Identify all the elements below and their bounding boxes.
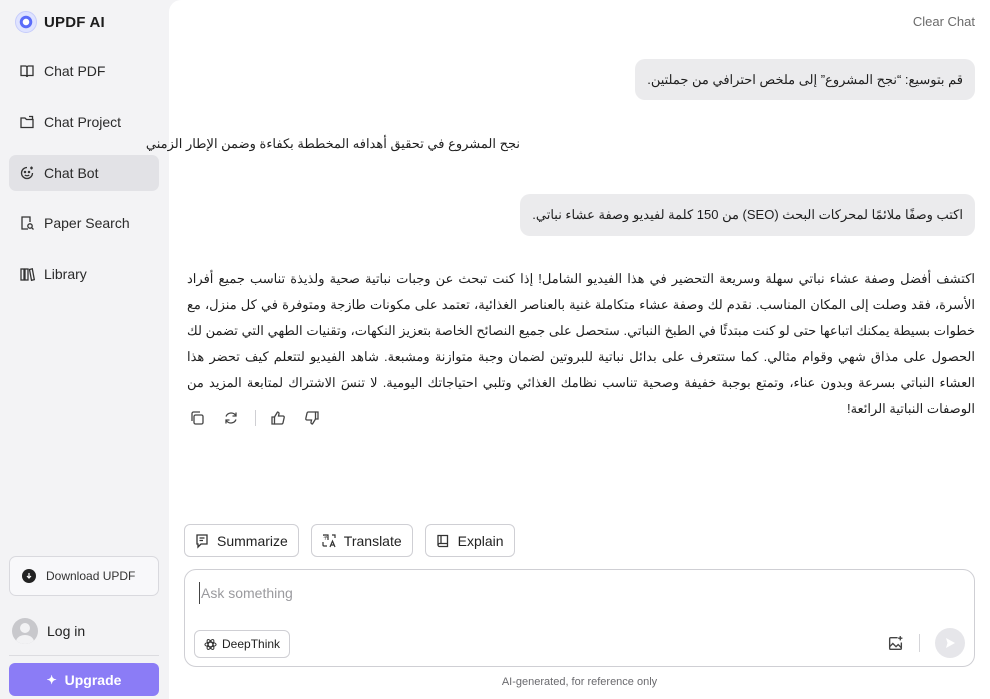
svg-text:字: 字 (323, 534, 328, 541)
ask-input[interactable] (199, 582, 849, 604)
thumbs-down-icon[interactable] (302, 408, 322, 428)
add-image-icon[interactable] (886, 634, 904, 652)
divider (919, 634, 920, 652)
summarize-label: Summarize (217, 532, 288, 549)
updf-logo-icon (15, 11, 37, 33)
deepthink-toggle[interactable]: DeepThink (194, 630, 291, 658)
bot-face-icon (18, 164, 36, 182)
sidebar-item-chat-pdf[interactable]: Chat PDF (9, 53, 159, 89)
send-icon (946, 638, 955, 648)
divider (9, 655, 159, 656)
ai-disclaimer: AI-generated, for reference only (501, 676, 658, 688)
sidebar-item-library[interactable]: Library (9, 256, 159, 292)
user-message: قم بتوسيع: “نجح المشروع” إلى ملخص احتراف… (635, 59, 975, 100)
folder-icon (18, 113, 36, 131)
translate-icon: 字 (320, 532, 338, 550)
explain-label: Explain (457, 532, 504, 549)
sidebar-item-label: Paper Search (44, 215, 130, 231)
explain-button[interactable]: Explain (424, 524, 515, 557)
download-label: Download UPDF (46, 569, 136, 583)
upgrade-button[interactable]: ✦ Upgrade (9, 663, 159, 696)
assistant-message: اكتشف أفضل وصفة عشاء نباتي سهلة وسريعة ا… (187, 271, 975, 416)
quick-actions: Summarize 字 Translate Explain (184, 524, 527, 557)
deepthink-label: DeepThink (222, 637, 281, 651)
thumbs-up-icon[interactable] (268, 408, 288, 428)
sparkle-icon: ✦ (46, 672, 57, 687)
login-button[interactable]: Log in (12, 617, 85, 645)
summarize-icon (193, 532, 211, 550)
avatar (12, 618, 38, 644)
user-message-text: اكتب وصفًا ملائمًا لمحركات البحث (SEO) م… (532, 207, 963, 222)
book-icon (434, 532, 452, 550)
user-message-text: قم بتوسيع: “نجح المشروع” إلى ملخص احتراف… (647, 71, 963, 87)
message-actions (187, 408, 336, 428)
sidebar-item-label: Chat PDF (44, 63, 106, 79)
download-updf-button[interactable]: Download UPDF (9, 556, 159, 596)
composer: DeepThink (184, 569, 975, 667)
sidebar-item-chat-bot[interactable]: Chat Bot (9, 155, 159, 191)
user-message: اكتب وصفًا ملائمًا لمحركات البحث (SEO) م… (520, 194, 975, 236)
sidebar-item-label: Library (44, 266, 87, 282)
upgrade-label: Upgrade (64, 671, 122, 688)
regenerate-icon[interactable] (221, 408, 241, 428)
clear-chat-button[interactable]: Clear Chat (913, 14, 975, 29)
chat-panel: Clear Chat قم بتوسيع: “نجح المشروع” إلى … (145, 0, 990, 699)
login-label: Log in (47, 623, 86, 639)
send-button[interactable] (935, 628, 965, 658)
sidebar-item-paper-search[interactable]: Paper Search (9, 205, 159, 241)
sidebar-item-chat-project[interactable]: Chat Project (9, 104, 159, 140)
download-icon (22, 569, 36, 583)
assistant-message: نجح المشروع في تحقيق أهدافه المخططة بكفا… (145, 136, 520, 151)
library-icon (18, 265, 36, 283)
translate-label: Translate (343, 532, 402, 549)
sidebar-item-label: Chat Project (44, 114, 122, 130)
divider (255, 410, 256, 426)
translate-button[interactable]: 字 Translate (310, 524, 413, 557)
copy-icon[interactable] (187, 408, 207, 428)
summarize-button[interactable]: Summarize (184, 524, 299, 557)
document-search-icon (18, 214, 36, 232)
sidebar: UPDF AI Chat PDF Chat Project Chat Bot P… (0, 0, 169, 699)
sidebar-item-label: Chat Bot (44, 165, 99, 181)
atom-icon (203, 637, 217, 651)
brand[interactable]: UPDF AI (15, 10, 105, 34)
brand-name: UPDF AI (44, 13, 105, 31)
book-open-icon (18, 62, 36, 80)
